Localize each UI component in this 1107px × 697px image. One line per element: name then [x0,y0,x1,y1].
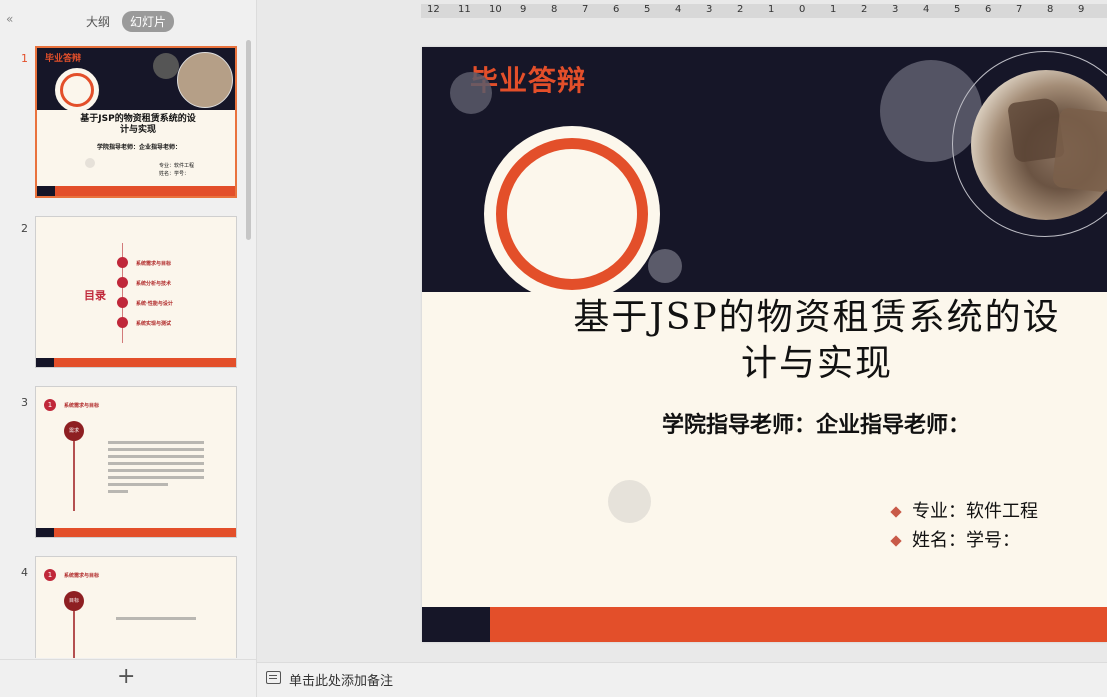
thumb-toc-item: 系统需求与目标 [136,261,172,267]
thumb-brand: 毕业答辩 [45,54,82,64]
notes-placeholder[interactable]: 单击此处添加备注 [289,670,393,689]
slide-thumbnail-1[interactable]: 毕业答辩 基于JSP的物资租赁系统的设 计与实现 学院指导老师：企业指导老师： … [35,46,237,198]
thumb-text-block [108,437,204,497]
presentation-app: « 大纲 幻灯片 1 毕业答辩 基于JSP的物资租赁系统的设 计与实现 学院指导… [0,0,1107,697]
thumb-section-title: 系统需求与目标 [64,403,100,409]
thumb-info-2: 姓名：学号： [159,171,190,177]
thumb-footer-orange [55,186,235,196]
thumbnail-number: 3 [21,396,28,409]
ruler-tick-label: 10 [489,4,502,15]
ruler-tick-label: 7 [582,4,589,15]
thumb-title: 基于JSP的物资租赁系统的设 计与实现 [80,114,196,135]
thumb-section-num: 1 [44,399,56,411]
thumbnail-number: 2 [21,222,28,235]
diamond-bullet-icon [890,535,902,547]
thumb-rock-image [177,52,233,108]
ruler-tick-label: 1 [768,4,775,15]
thumb-footer-orange [54,528,236,537]
slide-panel: « 大纲 幻灯片 1 毕业答辩 基于JSP的物资租赁系统的设 计与实现 学院指导… [0,0,257,697]
ruler-tick-label: 6 [613,4,620,15]
ruler-tick-label: 6 [985,4,992,15]
thumbnail-list[interactable]: 1 毕业答辩 基于JSP的物资租赁系统的设 计与实现 学院指导老师：企业指导老师… [0,38,256,658]
thumb-footer-orange [54,358,236,367]
slide-subtitle: 学院指导老师：企业指导老师： [662,413,971,438]
thumb-small-circle [85,158,95,168]
tab-slides[interactable]: 幻灯片 [122,11,175,32]
ruler-tick-label: 3 [706,4,713,15]
horizontal-ruler: 12 11 10 9 8 7 6 5 4 3 2 1 0 1 2 3 4 5 6 7 8 9 [421,4,1107,18]
thumb-section-title: 系统需求与目标 [64,573,100,579]
ruler-tick-label: 7 [1016,4,1023,15]
ruler-tick-label: 5 [954,4,961,15]
ruler-tick-label: 9 [1078,4,1085,15]
ruler-tick-label: 8 [1047,4,1054,15]
thumb-tag: 目标 [64,591,84,611]
ruler-tick-label: 2 [737,4,744,15]
ruler-tick-label: 9 [520,4,527,15]
beige-circle [608,480,651,523]
add-slide-button[interactable]: + [117,664,135,689]
grey-circle-small [450,72,492,114]
ruler-tick-label: 0 [799,4,806,15]
thumbnail-scrollbar[interactable] [246,40,251,240]
slide-title: 基于JSP的物资租赁系统的设 计与实现 [573,297,1061,384]
add-slide-bar: + [0,659,256,697]
ruler-tick-label: 12 [427,4,440,15]
info-name: 姓名：学号： [890,526,1020,552]
notes-bar: 单击此处添加备注 [257,662,1107,697]
notes-icon[interactable] [266,671,281,684]
thumb-tag: 需求 [64,421,84,441]
thumb-footer-dark [36,528,54,537]
thumbnail-number: 4 [21,566,28,579]
info-major: 专业：软件工程 [890,497,1038,523]
thumb-info-1: 专业：软件工程 [159,163,195,169]
slide-footer-dark [422,607,490,642]
thumb-toc-title: 目录 [84,289,106,302]
thumb-subtitle: 学院指导老师：企业指导老师： [97,144,182,151]
view-tabs: 大纲 幻灯片 [78,11,175,32]
thumb-toc-item: 系统实现与测试 [136,321,172,327]
ruler-tick-label: 5 [644,4,651,15]
tab-outline[interactable]: 大纲 [78,11,118,32]
grey-circle-mid [648,249,682,283]
ruler-tick-label: 11 [458,4,471,15]
ruler-tick-label: 8 [551,4,558,15]
slide-thumbnail-4[interactable]: 1 系统需求与目标 目标 [35,556,237,658]
ruler-tick-label: 4 [923,4,930,15]
thumbnail-number: 1 [21,52,28,65]
slide-canvas[interactable]: 毕业答辩 基于JSP的物资租赁系统的设 计与实现 学院指导老师：企业指导老师： … [422,47,1107,642]
thumb-ring [55,68,99,112]
thumb-footer-dark [37,186,55,196]
ruler-tick-label: 1 [830,4,837,15]
thumb-grey-circle [153,53,179,79]
slide-thumbnail-2[interactable]: 目录 系统需求与目标 系统分析与技术 系统·性能与设计 系统实现与测试 [35,216,237,368]
thumb-toc-item: 系统分析与技术 [136,281,172,287]
diamond-bullet-icon [890,506,902,518]
ruler-tick-label: 4 [675,4,682,15]
ruler-tick-label: 3 [892,4,899,15]
ring-orange [496,138,648,290]
thumb-footer-dark [36,358,54,367]
slide-thumbnail-3[interactable]: 1 系统需求与目标 需求 [35,386,237,538]
thumb-section-num: 1 [44,569,56,581]
ruler-tick-label: 2 [861,4,868,15]
slide-footer-orange [490,607,1107,642]
collapse-panel-icon[interactable]: « [6,12,13,26]
thumb-toc-item: 系统·性能与设计 [136,301,173,307]
